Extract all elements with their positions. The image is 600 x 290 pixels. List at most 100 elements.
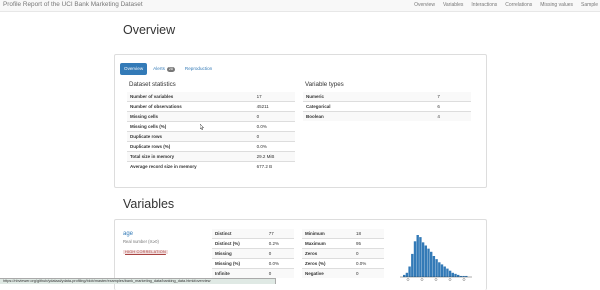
histogram-bar [446,268,449,277]
histogram-bar [448,270,452,277]
stat-label: Number of observations [127,101,254,112]
histogram-bar [427,248,430,277]
var-stat-label: Zeros [302,248,353,259]
type-count: 7 [434,92,471,102]
navbar-links: Overview Variables Interactions Correlat… [414,2,600,8]
table-row: Duplicate rows (%) 0.0% [127,141,295,152]
histogram-bar [454,273,457,277]
variable-name-link[interactable]: age [123,231,133,237]
histogram-bar [432,256,436,277]
overview-tabs: Overview Alerts 28 Reproduction [120,63,218,75]
var-stat-label: Distinct (%) [212,238,266,249]
table-row: Missing 0 [212,248,294,259]
nav-link-correlations[interactable]: Correlations [505,2,532,8]
var-stat-value: 0.0% [265,258,294,269]
type-label: Categorical [303,101,435,112]
tab-reproduction-label: Reproduction [184,66,213,71]
histogram-tick [448,278,452,281]
histogram-bar [421,242,425,277]
navbar: Profile Report of the UCI Bank Marketing… [0,0,600,12]
var-stat-label: Negative [302,268,353,278]
table-row: Zeros (%) 0.0% [302,258,384,269]
tab-reproduction[interactable]: Reproduction [181,63,216,75]
table-row: Numeric 7 [303,92,471,102]
overview-panel: Overview Alerts 28 Reproduction Dataset s… [114,54,487,188]
table-row: Total size in memory 29.2 MiB [127,151,295,162]
var-stat-value: 0.0% [353,258,384,269]
var-stat-value: 77 [265,229,294,239]
stat-label: Missing cells [127,111,254,122]
table-row: Maximum 95 [302,238,384,249]
stat-value: 0.0% [253,141,295,152]
type-label: Boolean [303,111,435,121]
table-row: Negative 0 [302,268,384,278]
table-row: Zeros 0 [302,248,384,259]
var-stat-label: Minimum [302,229,353,239]
histogram-bar [419,237,422,277]
var-stat-value: 0 [265,268,294,278]
variables-title: Variables [123,197,175,211]
table-row: Boolean 4 [303,111,471,121]
variable-type-label: Real number (ℝ≥0) [123,239,159,244]
variable-types-table: Numeric 7 Categorical 6 Boolean 4 [303,92,471,121]
variable-stats-left: Distinct 77 Distinct (%) 0.2% Missing 0 Mis… [212,229,294,278]
age-histogram[interactable] [400,234,472,283]
tab-alerts[interactable]: Alerts 28 [149,63,179,75]
histogram-tick [462,278,466,281]
type-count: 4 [434,111,471,121]
nav-link-interactions[interactable]: Interactions [471,2,497,8]
histogram-bar [443,266,446,277]
table-row: Categorical 6 [303,101,471,112]
table-row: Infinite 0 [212,268,294,278]
nav-link-overview[interactable]: Overview [414,2,435,8]
stat-value: 17 [253,92,295,102]
stat-value: 677.2 B [253,161,295,171]
var-stat-value: 95 [353,238,384,249]
stat-value: 29.2 MiB [253,151,295,162]
table-row: Minimum 18 [302,229,384,239]
var-stat-label: Missing [212,248,266,259]
nav-link-missing-values[interactable]: Missing values [540,2,573,8]
histogram-bar [451,272,454,277]
table-row: Missing cells (%) 0.0% [127,121,295,132]
stat-label: Number of variables [127,92,254,102]
nav-link-variables[interactable]: Variables [443,2,463,8]
histogram-bar [435,259,438,277]
stat-value: 0.0% [253,121,295,132]
tab-overview[interactable]: Overview [120,63,148,75]
histogram-bar [457,274,460,277]
variable-stats-right: Minimum 18 Maximum 95 Zeros 0 Zeros (%) 0.0%… [302,229,384,278]
histogram-bar [438,262,441,277]
var-stat-value: 0.2% [265,238,294,249]
type-label: Numeric [303,92,435,102]
stat-label: Duplicate rows (%) [127,141,254,152]
table-row: Distinct 77 [212,229,294,239]
alerts-count-badge: 28 [166,67,175,72]
var-stat-label: Zeros (%) [302,258,353,269]
histogram-bar [411,253,414,277]
var-stat-label: Distinct [212,229,266,239]
histogram-bar [440,264,444,277]
var-stat-label: Missing (%) [212,258,266,269]
histogram-bar [424,245,427,277]
mouse-cursor-icon [200,124,204,130]
stat-value: 45211 [253,101,295,112]
high-correlation-warning[interactable]: HIGH CORRELATION [123,250,168,254]
var-stat-value: 18 [353,229,384,239]
nav-link-sample[interactable]: Sample [581,2,598,8]
var-stat-value: 0 [353,248,384,259]
var-stat-label: Maximum [302,238,353,249]
table-row: Number of variables 17 [127,92,295,102]
var-stat-label: Infinite [212,268,266,278]
histogram-tick [434,278,438,281]
histogram-tick [406,278,410,281]
histogram-tick [420,278,424,281]
navbar-brand[interactable]: Profile Report of the UCI Bank Marketing… [3,1,143,8]
overview-title: Overview [123,23,176,37]
stat-value: 0 [253,111,295,122]
table-row: Distinct (%) 0.2% [212,238,294,249]
var-stat-value: 0 [265,248,294,259]
var-stat-value: 0 [353,268,384,278]
table-row: Duplicate rows 0 [127,131,295,142]
histogram-bar [408,266,411,277]
